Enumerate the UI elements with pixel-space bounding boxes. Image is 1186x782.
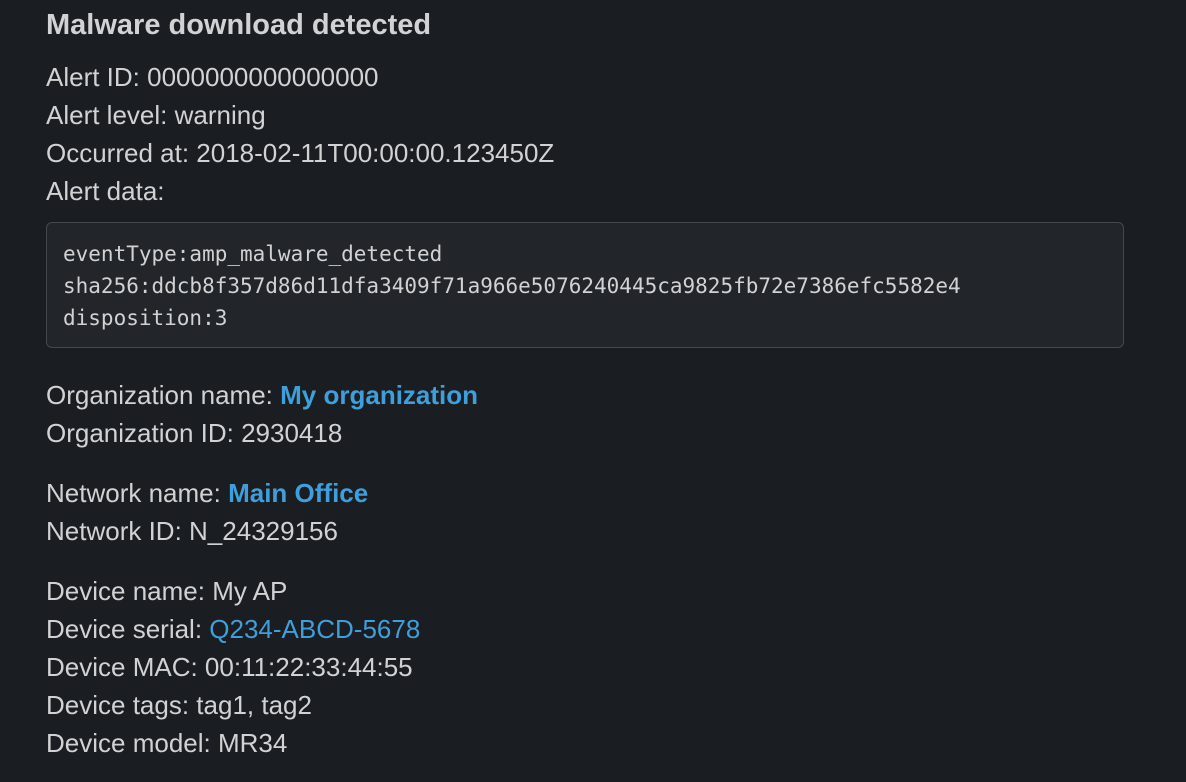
alert-level-value: warning <box>174 100 266 130</box>
occurred-at-value: 2018-02-11T00:00:00.123450Z <box>196 138 555 168</box>
device-tags-value: tag1, tag2 <box>196 690 312 720</box>
alert-id-value: 0000000000000000 <box>147 62 379 92</box>
alert-data-label: Alert data: <box>46 176 165 206</box>
alert-data-code-block: eventType:amp_malware_detected sha256:dd… <box>46 222 1124 348</box>
alert-title: Malware download detected <box>46 9 432 41</box>
alert-message: Malware download detected Alert ID: 0000… <box>46 0 1126 762</box>
alert-id-line: Alert ID: 0000000000000000 <box>46 58 1126 96</box>
alert-data-sha256: sha256:ddcb8f357d86d11dfa3409f71a966e507… <box>63 274 961 298</box>
device-model-line: Device model: MR34 <box>46 724 1126 762</box>
device-tags-label: Device tags: <box>46 690 197 720</box>
device-mac-value: 00:11:22:33:44:55 <box>204 652 413 682</box>
organization-id-value: 2930418 <box>241 418 343 448</box>
occurred-at-label: Occurred at: <box>46 138 197 168</box>
device-serial-label: Device serial: <box>46 614 210 644</box>
network-id-label: Network ID: <box>46 516 190 546</box>
alert-id-label: Alert ID: <box>46 62 148 92</box>
network-section: Network name: Main Office Network ID: N_… <box>46 474 1126 550</box>
organization-name-link[interactable]: My organization <box>280 380 478 410</box>
network-name-line: Network name: Main Office <box>46 474 1126 512</box>
device-section: Device name: My AP Device serial: Q234-A… <box>46 572 1126 762</box>
device-name-line: Device name: My AP <box>46 572 1126 610</box>
network-id-line: Network ID: N_24329156 <box>46 512 1126 550</box>
alert-data-disposition: disposition:3 <box>63 306 228 330</box>
alert-data-event-type: eventType:amp_malware_detected <box>63 242 443 266</box>
device-name-label: Device name: <box>46 576 213 606</box>
device-serial-line: Device serial: Q234-ABCD-5678 <box>46 610 1126 648</box>
network-name-label: Network name: <box>46 478 229 508</box>
network-name-link[interactable]: Main Office <box>228 478 368 508</box>
organization-id-label: Organization ID: <box>46 418 242 448</box>
organization-name-label: Organization name: <box>46 380 281 410</box>
organization-id-line: Organization ID: 2930418 <box>46 414 1126 452</box>
device-model-label: Device model: <box>46 728 218 758</box>
alert-details: Alert ID: 0000000000000000 Alert level: … <box>46 58 1126 210</box>
network-id-value: N_24329156 <box>189 516 338 546</box>
organization-section: Organization name: My organization Organ… <box>46 376 1126 452</box>
device-model-value: MR34 <box>217 728 288 758</box>
organization-name-line: Organization name: My organization <box>46 376 1126 414</box>
device-serial-link[interactable]: Q234-ABCD-5678 <box>209 614 420 644</box>
device-mac-label: Device MAC: <box>46 652 205 682</box>
device-tags-line: Device tags: tag1, tag2 <box>46 686 1126 724</box>
device-name-value: My AP <box>212 576 288 606</box>
occurred-at-line: Occurred at: 2018-02-11T00:00:00.123450Z <box>46 134 1126 172</box>
device-mac-line: Device MAC: 00:11:22:33:44:55 <box>46 648 1126 686</box>
alert-level-label: Alert level: <box>46 100 175 130</box>
alert-level-line: Alert level: warning <box>46 96 1126 134</box>
